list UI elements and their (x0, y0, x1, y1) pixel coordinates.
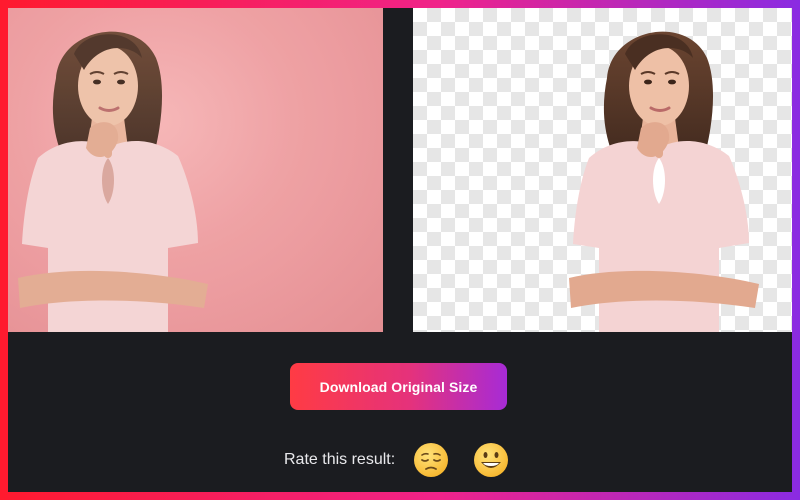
original-image-panel (8, 8, 383, 332)
rating-label: Rate this result: (284, 451, 396, 468)
rate-sad-button[interactable] (413, 442, 449, 478)
download-original-size-button[interactable]: Download Original Size (290, 363, 507, 410)
background-removed-portrait-image (569, 31, 759, 332)
app-canvas: Download Original Size Rate this result: (8, 8, 792, 492)
rating-row: Rate this result: (284, 440, 533, 480)
original-portrait-image (8, 8, 383, 332)
grinning-face-icon (474, 443, 509, 477)
pensive-face-icon (414, 443, 449, 477)
gradient-frame: Download Original Size Rate this result: (0, 0, 800, 500)
rate-happy-button[interactable] (473, 442, 509, 478)
background-removed-panel (413, 8, 792, 332)
